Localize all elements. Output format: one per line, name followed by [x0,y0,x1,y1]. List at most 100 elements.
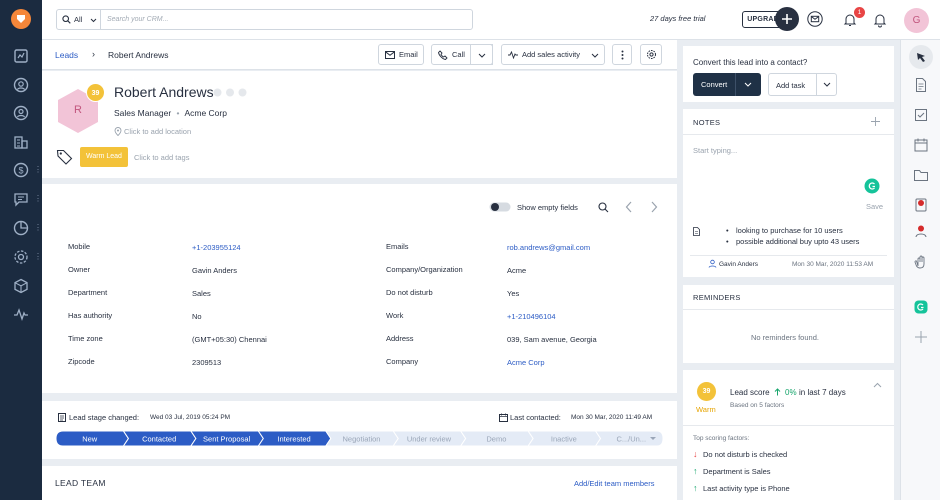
lead-score-title: Lead score [730,388,770,397]
settings-icon[interactable] [12,248,30,266]
field-label: Mobile [68,242,91,251]
field-label: Company/Organization [386,265,463,274]
arrow-up-icon: ↑ [693,483,698,493]
email-button-label: Email [399,50,418,59]
activity-icon[interactable] [12,305,30,323]
edit-team-link[interactable]: Add/Edit team members [574,479,654,488]
freshchat-icon[interactable] [913,299,929,315]
field-value[interactable]: rob.andrews@gmail.com [507,243,590,252]
lead-stage-card [42,401,677,459]
dashboard-icon[interactable] [12,47,30,65]
app-logo[interactable] [11,9,31,29]
convert-button[interactable]: Convert [693,73,761,96]
arrow-up-icon [774,388,781,396]
scoring-factor: Do not disturb is checked [703,450,788,459]
search-scope-select[interactable]: All [56,9,101,30]
reports-icon[interactable] [12,219,30,237]
chevron-down-icon[interactable] [823,82,831,87]
folder-icon[interactable] [913,167,929,183]
stage-step-label: Under review [407,435,452,444]
convert-button-label: Convert [701,80,728,89]
mail-icon[interactable] [807,11,823,27]
tasks-icon[interactable] [913,107,929,123]
conversations-icon[interactable] [12,190,30,208]
conversations-more-icon[interactable]: ⋮ [34,194,42,204]
add-location-link[interactable]: Click to add location [124,127,191,136]
arrow-up-icon: ↑ [693,466,698,476]
marketplace-icon[interactable] [12,277,30,295]
add-tags-link[interactable]: Click to add tags [134,153,189,162]
calendar-icon[interactable] [913,137,929,153]
chevron-left-icon[interactable] [625,201,633,213]
trial-text: 27 days free trial [650,14,706,23]
field-label: Work [386,311,404,320]
field-value[interactable]: +1-210496104 [507,312,556,321]
chevron-right-icon[interactable] [650,201,658,213]
deals-icon[interactable]: $ [12,161,30,179]
record-settings-button[interactable] [640,44,662,65]
field-label: Do not disturb [386,288,433,297]
grammarly-icon [864,178,880,194]
divider [683,425,894,426]
accounts-icon[interactable] [12,104,30,122]
lead-profile-icon[interactable] [909,45,933,69]
building-icon[interactable] [12,133,30,151]
deals-more-icon[interactable]: ⋮ [34,165,42,175]
record-header: Leads › Robert Andrews Email Call Add sa… [42,40,677,70]
plus-icon[interactable] [871,117,880,126]
field-value: Yes [507,289,520,298]
breadcrumb-leads-link[interactable]: Leads [55,50,78,60]
email-button[interactable]: Email [378,44,424,65]
field-label: Zipcode [68,357,95,366]
stage-step-label: Sent Proposal [203,435,250,444]
lead-title-line: Sales Manager • Acme Corp [114,108,227,118]
breadcrumb-separator-icon: › [92,49,95,59]
field-label: Department [68,288,108,297]
bell-icon[interactable] [872,12,888,28]
document-icon[interactable] [913,77,929,93]
divider [683,309,894,310]
score-level: Warm [696,405,716,414]
call-button-label: Call [452,50,465,59]
stage-step-label: Interested [277,435,310,444]
user-avatar[interactable]: G [904,8,929,33]
svg-text:$: $ [18,166,23,176]
field-value[interactable]: Acme Corp [507,358,545,367]
add-app-icon[interactable] [913,329,929,345]
note-timestamp: Mon 30 Mar, 2020 11:53 AM [792,261,874,268]
reports-more-icon[interactable]: ⋮ [34,223,42,233]
lead-company: Acme Corp [184,108,227,118]
note-input[interactable]: Start typing... [693,146,737,155]
quick-add-button[interactable] [775,7,799,31]
field-value[interactable]: +1-203955124 [192,243,241,252]
search-input[interactable]: Search your CRM... [100,9,473,30]
search-icon[interactable] [598,202,609,213]
hand-icon[interactable] [913,253,929,269]
show-empty-toggle[interactable] [489,202,511,212]
chevron-down-icon[interactable] [744,82,752,87]
save-note-button[interactable]: Save [866,202,883,211]
right-icon-rail [900,40,940,500]
add-task-button[interactable]: Add task [768,73,837,96]
lead-job-title: Sales Manager [114,108,172,118]
top-bar: All Search your CRM... 27 days free tria… [42,0,940,40]
warm-lead-tag[interactable]: Warm Lead [80,147,128,167]
add-sales-activity-button[interactable]: Add sales activity [501,44,605,65]
settings-more-icon[interactable]: ⋮ [34,252,42,262]
chevron-down-icon [478,53,486,58]
arrow-down-icon: ↓ [693,449,698,459]
stage-step-label: Demo [486,435,506,444]
integration-icon[interactable] [913,197,929,213]
contacts-icon[interactable] [12,76,30,94]
chevron-up-icon[interactable] [873,382,882,388]
contacts-app-icon[interactable] [913,223,929,239]
stage-step-label: Negotiation [343,435,381,444]
last-contacted-date: Mon 30 Mar, 2020 11:49 AM [571,414,653,421]
score-circle: 39 [697,382,716,401]
scoring-factor: Last activity type is Phone [703,484,790,493]
show-empty-label: Show empty fields [517,203,578,212]
more-options-button[interactable] [612,44,632,65]
calendar-icon [499,413,508,422]
call-options-dropdown[interactable] [470,44,493,65]
field-value: Acme [507,266,527,275]
